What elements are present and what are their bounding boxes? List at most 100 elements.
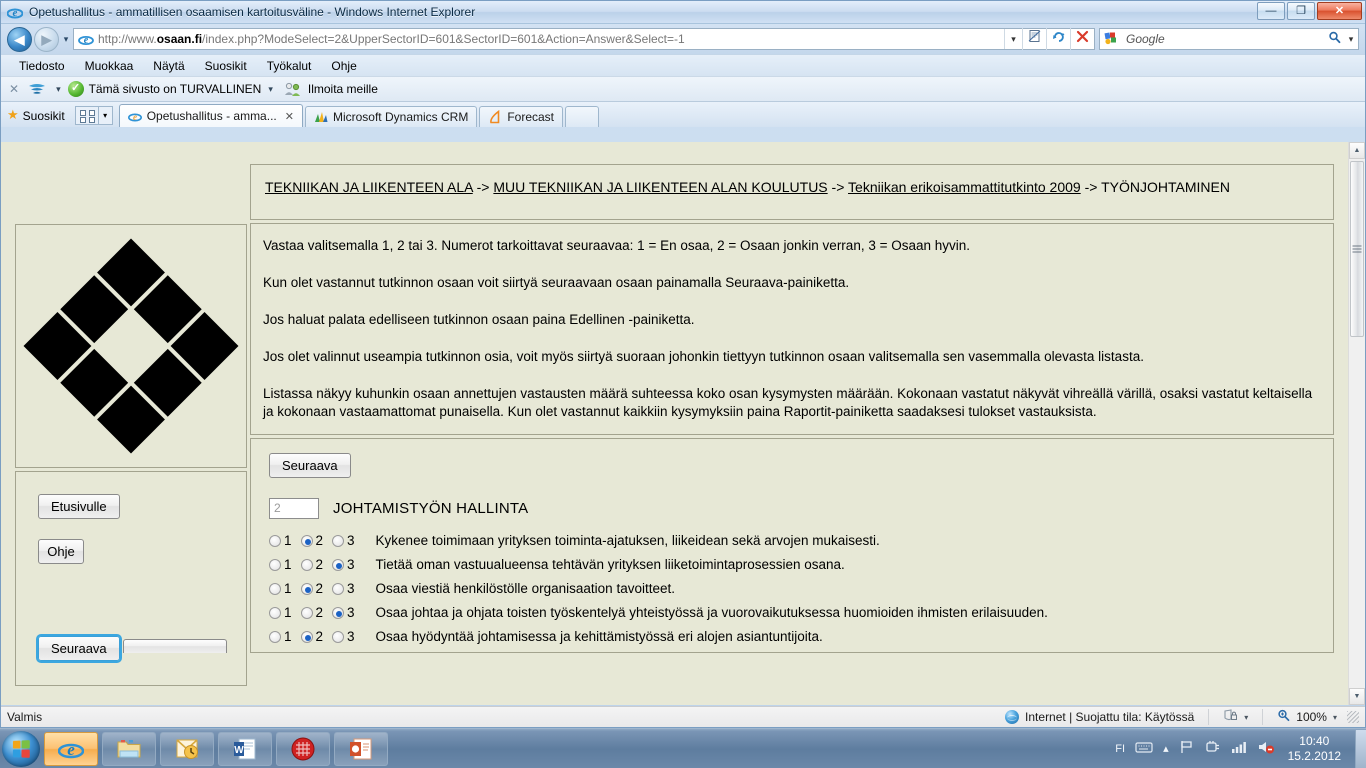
search-dropdown-icon[interactable]: ▾ [1344, 34, 1358, 45]
breadcrumb-link-1[interactable]: TEKNIIKAN JA LIIKENTEEN ALA [265, 179, 473, 195]
url-scheme: http://www. [98, 32, 157, 46]
radio-1[interactable] [269, 630, 281, 643]
zoom-icon[interactable] [1277, 709, 1290, 725]
start-orb[interactable] [2, 730, 40, 767]
radio-3[interactable] [332, 630, 345, 643]
search-provider-text: Google [1126, 32, 1165, 46]
radio-1[interactable] [269, 534, 281, 547]
radio-1[interactable] [269, 606, 281, 619]
powerpoint-taskbar-item[interactable] [334, 731, 388, 766]
zoom-level[interactable]: 100% [1296, 710, 1327, 724]
menu-item-tyokalut[interactable]: Työkalut [257, 59, 322, 73]
close-button[interactable]: ✕ [1317, 2, 1362, 20]
privacy-shield-icon[interactable] [1223, 709, 1238, 725]
zoom-dropdown-icon[interactable]: ▾ [1333, 713, 1337, 722]
radio-2[interactable] [300, 606, 313, 619]
favorites-label[interactable]: Suosikit [23, 109, 65, 123]
word-taskbar-item[interactable]: W [218, 731, 272, 766]
search-icon[interactable] [1324, 31, 1344, 47]
menu-item-ohje[interactable]: Ohje [321, 59, 366, 73]
tab-close-icon[interactable]: ✕ [285, 110, 294, 123]
breadcrumb-link-3[interactable]: Tekniikan erikoisammattitutkinto 2009 [848, 179, 1081, 195]
refresh-icon[interactable] [1046, 28, 1070, 50]
tab-microsoft-dynamics-crm[interactable]: Microsoft Dynamics CRM [304, 106, 478, 127]
address-dropdown-icon[interactable]: ▾ [1004, 29, 1022, 49]
radio-1[interactable] [269, 558, 281, 571]
action-center-flag-icon[interactable] [1174, 740, 1200, 757]
radio-label-3: 3 [347, 629, 355, 645]
outlook-taskbar-item[interactable] [160, 731, 214, 766]
radio-1[interactable] [269, 582, 281, 595]
wave-dropdown-icon[interactable]: ▾ [49, 84, 68, 95]
tab-opetushallitus[interactable]: e Opetushallitus - amma... ✕ [118, 104, 303, 127]
minimize-button[interactable]: — [1257, 2, 1285, 20]
scroll-up-button[interactable]: ▲ [1349, 142, 1365, 159]
compatibility-view-icon[interactable] [1022, 28, 1046, 50]
address-bar[interactable]: e http://www.osaan.fi/index.php?ModeSele… [73, 28, 1095, 50]
radio-3[interactable] [332, 534, 345, 547]
radio-2[interactable] [300, 558, 313, 571]
seuraava-button-sidebar[interactable]: Seuraava [38, 636, 120, 661]
internet-explorer-taskbar-item[interactable]: e [44, 731, 98, 766]
language-indicator[interactable]: FI [1110, 743, 1130, 755]
tab-forecast[interactable]: Forecast [479, 106, 564, 127]
report-link[interactable]: Ilmoita meille [308, 82, 378, 96]
radio-2[interactable] [300, 534, 313, 547]
favorites-star-icon[interactable]: ★ [7, 107, 19, 123]
security-dropdown-icon[interactable]: ▾ [261, 84, 280, 95]
menu-item-tiedosto[interactable]: Tiedosto [9, 59, 75, 73]
volume-muted-icon[interactable] [1252, 740, 1280, 757]
history-dropdown-icon[interactable]: ▾ [59, 34, 73, 45]
radio-3[interactable] [332, 606, 345, 619]
network-signal-icon[interactable] [1226, 740, 1252, 757]
partial-button-below[interactable] [123, 639, 227, 653]
logo-panel [15, 224, 247, 468]
red-app-taskbar-item[interactable] [276, 731, 330, 766]
maximize-button[interactable]: ❐ [1287, 2, 1315, 20]
close-toolbar-icon[interactable]: ✕ [7, 82, 27, 96]
scroll-down-button[interactable]: ▼ [1349, 688, 1365, 705]
seuraava-button-top[interactable]: Seuraava [269, 453, 351, 479]
folder-icon [116, 736, 142, 762]
power-plug-icon[interactable] [1200, 740, 1226, 757]
stop-icon[interactable] [1070, 28, 1094, 50]
show-hidden-icons-icon[interactable]: ▴ [1158, 742, 1174, 755]
scrollbar-thumb[interactable] [1350, 161, 1364, 337]
radio-3[interactable] [332, 582, 345, 595]
left-top-spacer [15, 164, 247, 221]
show-desktop-button[interactable] [1355, 729, 1366, 768]
menu-item-nayta[interactable]: Näytä [143, 59, 194, 73]
section-number-input[interactable]: 2 [269, 498, 319, 520]
etusivulle-button[interactable]: Etusivulle [38, 494, 120, 519]
radio-2[interactable] [300, 582, 313, 595]
menu-item-suosikit[interactable]: Suosikit [195, 59, 257, 73]
quick-tabs-icon[interactable] [74, 106, 99, 125]
forward-button[interactable]: ▶ [34, 26, 59, 52]
windows-explorer-taskbar-item[interactable] [102, 731, 156, 766]
favorites-and-tabs-bar: ★ Suosikit ▾ e Opetushallitus - amma... … [1, 102, 1365, 127]
menu-item-muokkaa[interactable]: Muokkaa [75, 59, 144, 73]
keyboard-icon[interactable] [1130, 741, 1158, 757]
radio-label-1: 1 [284, 605, 292, 621]
resize-grip[interactable] [1347, 711, 1359, 723]
back-button[interactable]: ◀ [7, 26, 32, 52]
breadcrumb-link-2[interactable]: MUU TEKNIIKAN JA LIIKENTEEN ALAN KOULUTU… [493, 179, 827, 195]
wave-icon[interactable] [27, 81, 47, 97]
clock[interactable]: 10:40 15.2.2012 [1280, 734, 1349, 764]
privacy-dropdown-icon[interactable]: ▾ [1244, 713, 1248, 722]
tab-list-dropdown-icon[interactable]: ▾ [98, 106, 113, 125]
radio-2[interactable] [300, 630, 313, 643]
page-canvas: Etusivulle Ohje Seuraava TEKNIIKAN JA LI… [1, 142, 1348, 705]
search-box[interactable]: Google ▾ [1099, 28, 1359, 50]
ohje-button[interactable]: Ohje [38, 539, 84, 564]
security-zone-text: Internet | Suojattu tila: Käytössä [1025, 710, 1195, 724]
instruction-paragraph-2: Kun olet vastannut tutkinnon osaan voit … [263, 274, 850, 290]
radio-label-2: 2 [315, 605, 324, 621]
breadcrumb-sep-2: -> [827, 179, 849, 195]
security-zone-area: Internet | Suojattu tila: Käytössä ▾ 100… [1005, 709, 1365, 725]
radio-label-2: 2 [315, 629, 324, 645]
internet-zone-icon [1005, 710, 1020, 724]
radio-3[interactable] [332, 558, 345, 571]
new-tab-button[interactable] [565, 106, 600, 127]
vertical-scrollbar[interactable]: ▲ ▼ [1348, 142, 1365, 705]
